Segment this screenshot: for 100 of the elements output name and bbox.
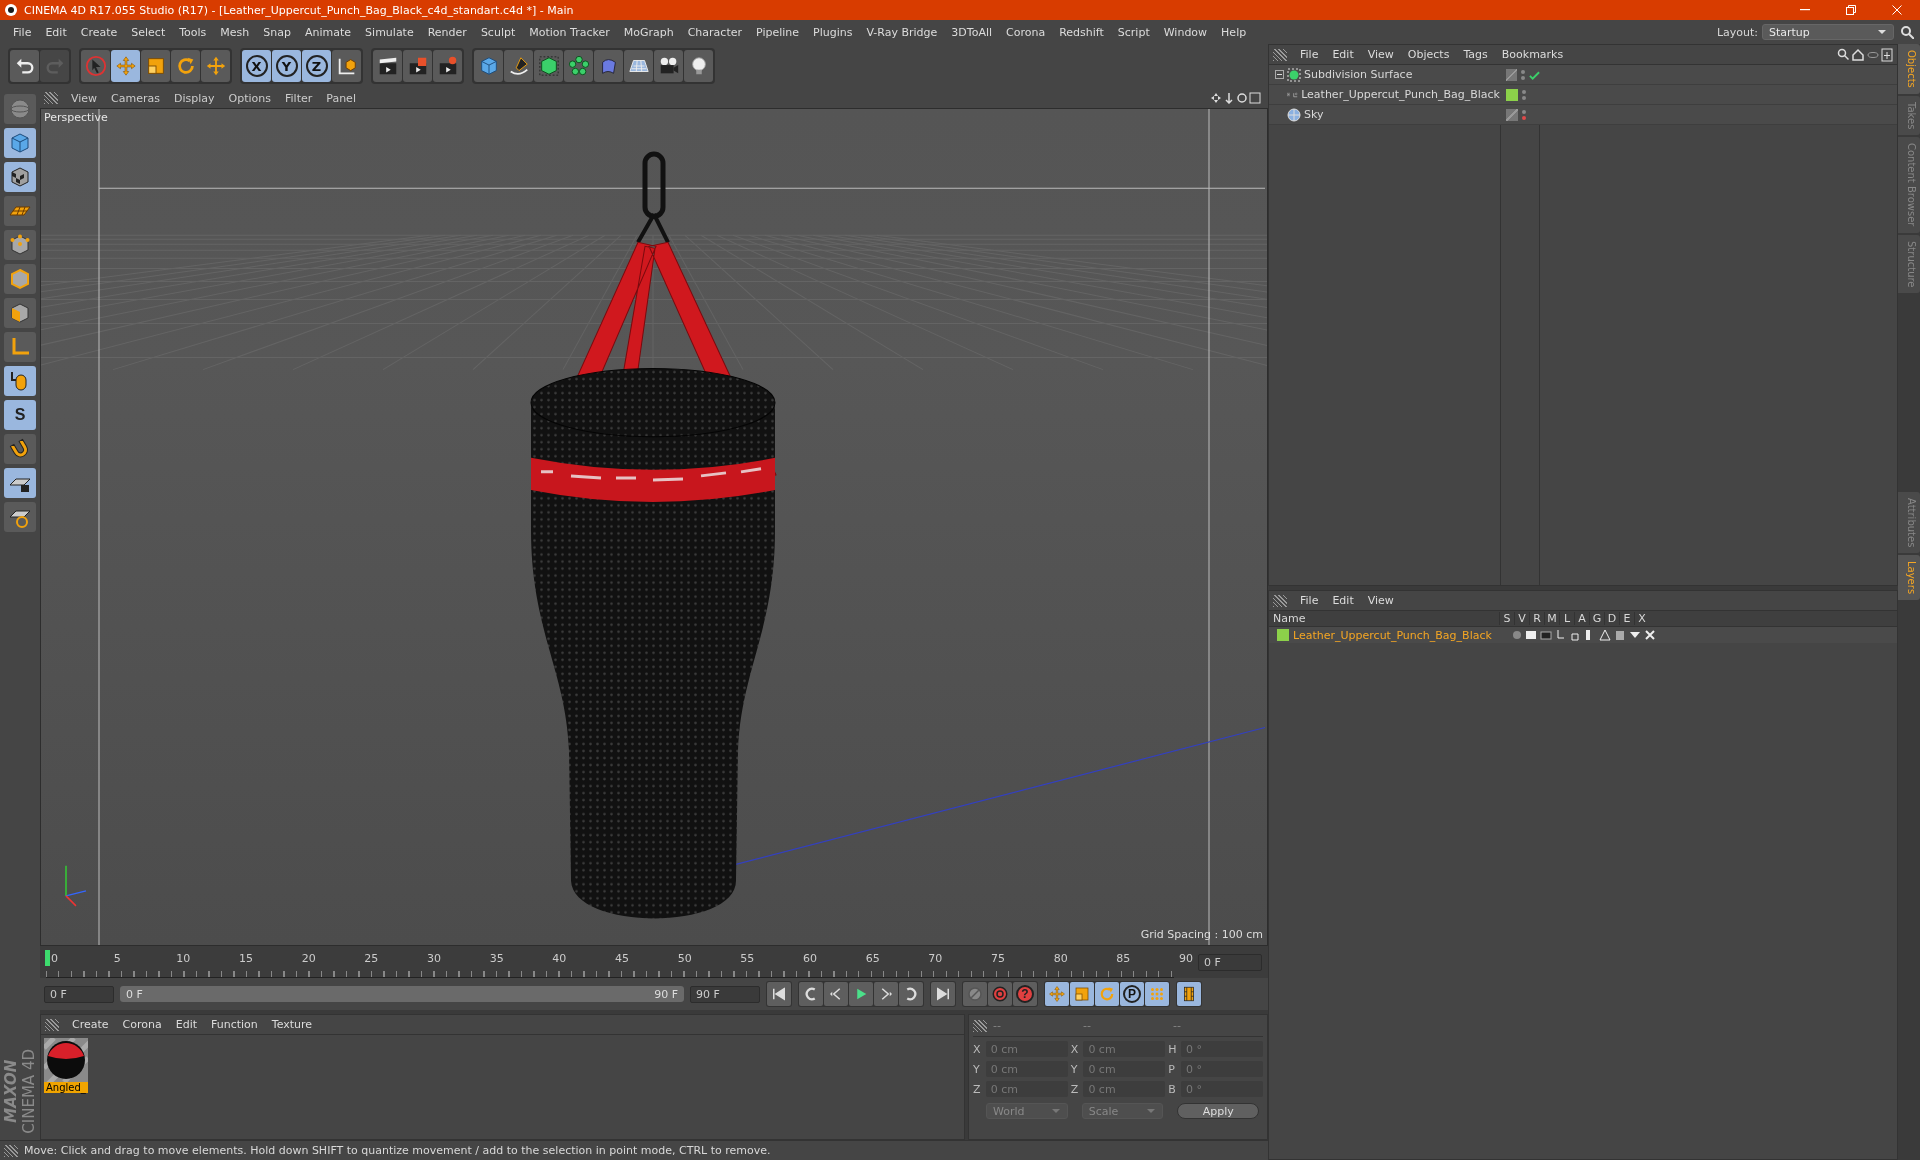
step-forward-button[interactable] — [874, 982, 898, 1006]
menu-item[interactable]: Texture — [264, 1018, 320, 1031]
grid-lock-button[interactable] — [4, 468, 36, 498]
layer-empty-icon[interactable] — [1506, 68, 1517, 81]
film-strip-button[interactable] — [1177, 982, 1201, 1006]
object-row[interactable]: Subdivision Surface — [1269, 65, 1897, 85]
object-row[interactable]: Leather_Uppercut_Punch_Bag_Black — [1269, 85, 1897, 105]
layer-color-swatch[interactable] — [1506, 88, 1518, 101]
column-header[interactable]: Name — [1269, 612, 1499, 625]
skip-to-start-button[interactable] — [767, 982, 791, 1006]
start-frame-field[interactable]: 0 F — [44, 985, 114, 1003]
menu-item[interactable]: View — [64, 91, 105, 105]
menu-item[interactable]: MoGraph — [616, 25, 681, 39]
menu-item[interactable]: Character — [680, 25, 749, 39]
menu-item[interactable]: Tags — [1456, 48, 1495, 61]
key-info-button[interactable]: ? — [1013, 982, 1037, 1006]
layer-row[interactable]: Leather_Uppercut_Punch_Bag_Black — [1269, 627, 1897, 643]
menu-item[interactable]: Render — [420, 25, 474, 39]
menu-item[interactable]: V-Ray Bridge — [859, 25, 945, 39]
panel-grip-icon[interactable] — [44, 92, 58, 104]
cube-faces-button[interactable] — [4, 298, 36, 328]
visibility-dots-icon[interactable] — [1522, 109, 1526, 120]
checker-cube-button[interactable] — [4, 162, 36, 192]
next-key-button[interactable] — [899, 982, 923, 1006]
panel-grip-icon[interactable] — [1273, 594, 1287, 607]
column-header[interactable]: E — [1619, 612, 1634, 625]
frame-range-slider[interactable]: 0 F 90 F — [120, 986, 684, 1002]
menu-item[interactable]: File — [1293, 48, 1326, 61]
clapperboard-button[interactable] — [373, 50, 402, 82]
panel-grip-icon[interactable] — [973, 1019, 987, 1032]
cube-points-button[interactable] — [4, 230, 36, 260]
menu-item[interactable]: Panel — [319, 91, 363, 105]
camera-button[interactable] — [654, 50, 683, 82]
side-tab[interactable]: Objects — [1898, 44, 1920, 94]
menu-item[interactable]: Select — [124, 25, 173, 39]
menu-item[interactable]: Pipeline — [749, 25, 807, 39]
menu-item[interactable]: Bookmarks — [1494, 48, 1571, 61]
axis-lock-button[interactable]: Z — [302, 50, 331, 82]
snap-button[interactable]: S — [4, 400, 36, 430]
cube-edges-button[interactable] — [4, 264, 36, 294]
menu-item[interactable]: Edit — [168, 1018, 204, 1031]
bent-shape-button[interactable] — [594, 50, 623, 82]
visibility-dots-icon[interactable] — [1522, 89, 1526, 100]
menu-item[interactable]: Edit — [38, 25, 74, 39]
scale-button[interactable] — [1070, 982, 1094, 1006]
transform-button[interactable] — [201, 50, 230, 82]
visibility-dots-icon[interactable] — [1521, 69, 1525, 80]
menu-item[interactable]: View — [1360, 594, 1401, 607]
column-header[interactable]: V — [1514, 612, 1529, 625]
light-bulb-button[interactable] — [684, 50, 713, 82]
menu-item[interactable]: Snap — [256, 25, 298, 39]
menu-item[interactable]: Function — [204, 1018, 265, 1031]
column-header[interactable]: D — [1604, 612, 1619, 625]
column-header[interactable]: L — [1559, 612, 1574, 625]
menu-item[interactable]: Sculpt — [473, 25, 523, 39]
menu-item[interactable]: Motion Tracker — [522, 25, 617, 39]
parameter-key-button[interactable]: P — [1120, 982, 1144, 1006]
side-tab[interactable]: Layers — [1898, 554, 1920, 600]
column-header[interactable]: X — [1634, 612, 1649, 625]
menu-item[interactable]: Edit — [1325, 594, 1361, 607]
skip-to-end-button[interactable] — [931, 982, 955, 1006]
panel-grip-icon[interactable] — [1273, 48, 1287, 61]
panel-grip-icon[interactable] — [45, 1018, 59, 1031]
axis-lock-button[interactable]: X — [242, 50, 271, 82]
layer-empty-icon[interactable] — [1506, 108, 1518, 121]
menu-item[interactable]: Edit — [1325, 48, 1361, 61]
menu-item[interactable]: Tools — [172, 25, 214, 39]
menu-item[interactable]: Filter — [278, 91, 320, 105]
coordinate-cube-button[interactable] — [332, 50, 361, 82]
pen-button[interactable] — [504, 50, 533, 82]
menu-item[interactable]: View — [1360, 48, 1401, 61]
column-header[interactable]: M — [1544, 612, 1559, 625]
dot-grid-button[interactable] — [1145, 982, 1169, 1006]
menu-item[interactable]: Display — [167, 91, 222, 105]
column-header[interactable]: G — [1589, 612, 1604, 625]
column-header[interactable]: A — [1574, 612, 1589, 625]
grid-spiral-button[interactable] — [4, 502, 36, 532]
previous-key-button[interactable] — [799, 982, 823, 1006]
menu-item[interactable]: Simulate — [358, 25, 421, 39]
menu-item[interactable]: Mesh — [213, 25, 257, 39]
grid-plane-button[interactable] — [4, 196, 36, 226]
menu-item[interactable]: Window — [1156, 25, 1215, 39]
layout-dropdown[interactable]: Startup — [1762, 24, 1894, 40]
menu-item[interactable]: Options — [221, 91, 278, 105]
material-name[interactable]: Angled_ — [44, 1082, 88, 1093]
expander-icon[interactable] — [1275, 70, 1284, 79]
menu-item[interactable]: Objects — [1400, 48, 1457, 61]
apply-button[interactable]: Apply — [1177, 1103, 1259, 1119]
menu-item[interactable]: Plugins — [806, 25, 860, 39]
current-frame-field[interactable]: 0 F — [1198, 954, 1262, 971]
mouse-pointer-button[interactable] — [4, 366, 36, 396]
record-button[interactable] — [963, 982, 987, 1006]
subdivision-cube-button[interactable] — [534, 50, 563, 82]
autokey-button[interactable] — [988, 982, 1012, 1006]
menu-item[interactable]: File — [1293, 594, 1326, 607]
undo-arrow-button[interactable] — [10, 50, 39, 82]
scale-button[interactable] — [141, 50, 170, 82]
panel-grip-icon[interactable] — [4, 1144, 18, 1157]
play-button[interactable] — [849, 982, 873, 1006]
playhead-marker[interactable] — [45, 950, 50, 966]
